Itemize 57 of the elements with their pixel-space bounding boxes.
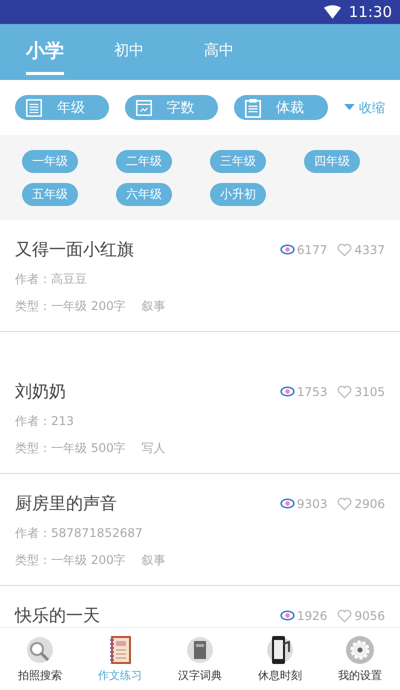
search-icon — [25, 635, 55, 665]
nav-item[interactable]: 休息时刻 — [240, 628, 320, 690]
clipboard-icon — [244, 98, 262, 118]
essay-author: 作者：高豆豆 — [15, 271, 88, 288]
gear-icon — [345, 635, 375, 665]
essay-title[interactable]: 快乐的一天 — [15, 604, 280, 627]
essay-title[interactable]: 又得一面小红旗 — [15, 238, 280, 261]
view-count: 1753 — [296, 384, 328, 398]
phone-icon — [265, 635, 295, 665]
essay-type: 类型：一年级 500字 — [15, 441, 126, 455]
heart-icon — [337, 496, 352, 510]
level-tab[interactable]: 高中 — [204, 33, 234, 71]
grade-chip[interactable]: 三年级 — [210, 150, 266, 172]
view-count: 6177 — [296, 242, 328, 256]
like-count: 9056 — [354, 608, 385, 622]
grade-chip[interactable]: 二年级 — [116, 150, 172, 172]
nav-item[interactable]: 作文练习 — [80, 628, 160, 690]
book-icon — [185, 635, 215, 665]
level-tab[interactable]: 初中 — [114, 33, 144, 71]
like-count: 3105 — [354, 384, 385, 398]
essay-title[interactable]: 厨房里的声音 — [15, 492, 280, 515]
level-tab[interactable]: 小学 — [26, 30, 64, 74]
nav-item[interactable]: 拍照搜索 — [0, 628, 80, 690]
essay-author: 作者：213 — [15, 413, 75, 430]
like-count: 2906 — [354, 496, 385, 510]
grade-chip[interactable]: 一年级 — [22, 150, 78, 172]
heart-icon — [337, 384, 352, 398]
wifi-icon — [324, 5, 341, 19]
eye-icon — [280, 498, 295, 509]
collapse-button[interactable]: 收缩 — [344, 98, 386, 116]
eye-icon — [280, 610, 295, 621]
like-count: 4337 — [354, 242, 385, 256]
essay-type: 类型：一年级 200字 — [15, 299, 126, 313]
filter-button[interactable]: 字数 — [124, 95, 218, 120]
caret-icon — [344, 104, 356, 111]
window-icon — [134, 98, 153, 118]
essay-title[interactable]: 刘奶奶 — [15, 380, 280, 403]
eye-icon — [280, 386, 295, 397]
filter-button[interactable]: 年级 — [15, 95, 109, 120]
essay-genre: 写人 — [142, 441, 166, 455]
grade-chip[interactable]: 小升初 — [210, 182, 266, 206]
grade-chip[interactable]: 五年级 — [22, 182, 78, 206]
essay-author: 作者：587871852687 — [15, 525, 144, 542]
essay-type: 类型：一年级 200字 — [15, 553, 126, 567]
view-count: 9303 — [296, 496, 328, 510]
view-count: 1926 — [296, 608, 328, 622]
heart-icon — [337, 242, 352, 256]
filter-button[interactable]: 体裁 — [234, 95, 328, 120]
heart-icon — [337, 608, 352, 622]
status-time: 11:30 — [348, 3, 392, 21]
essay-genre: 叙事 — [142, 299, 166, 313]
nav-item[interactable]: 我的设置 — [320, 628, 400, 690]
grade-chip[interactable]: 六年级 — [116, 182, 172, 206]
grade-chip[interactable]: 四年级 — [304, 150, 360, 172]
nav-item[interactable]: 汉字词典 — [160, 628, 240, 690]
essay-genre: 叙事 — [142, 553, 166, 567]
eye-icon — [280, 244, 295, 255]
